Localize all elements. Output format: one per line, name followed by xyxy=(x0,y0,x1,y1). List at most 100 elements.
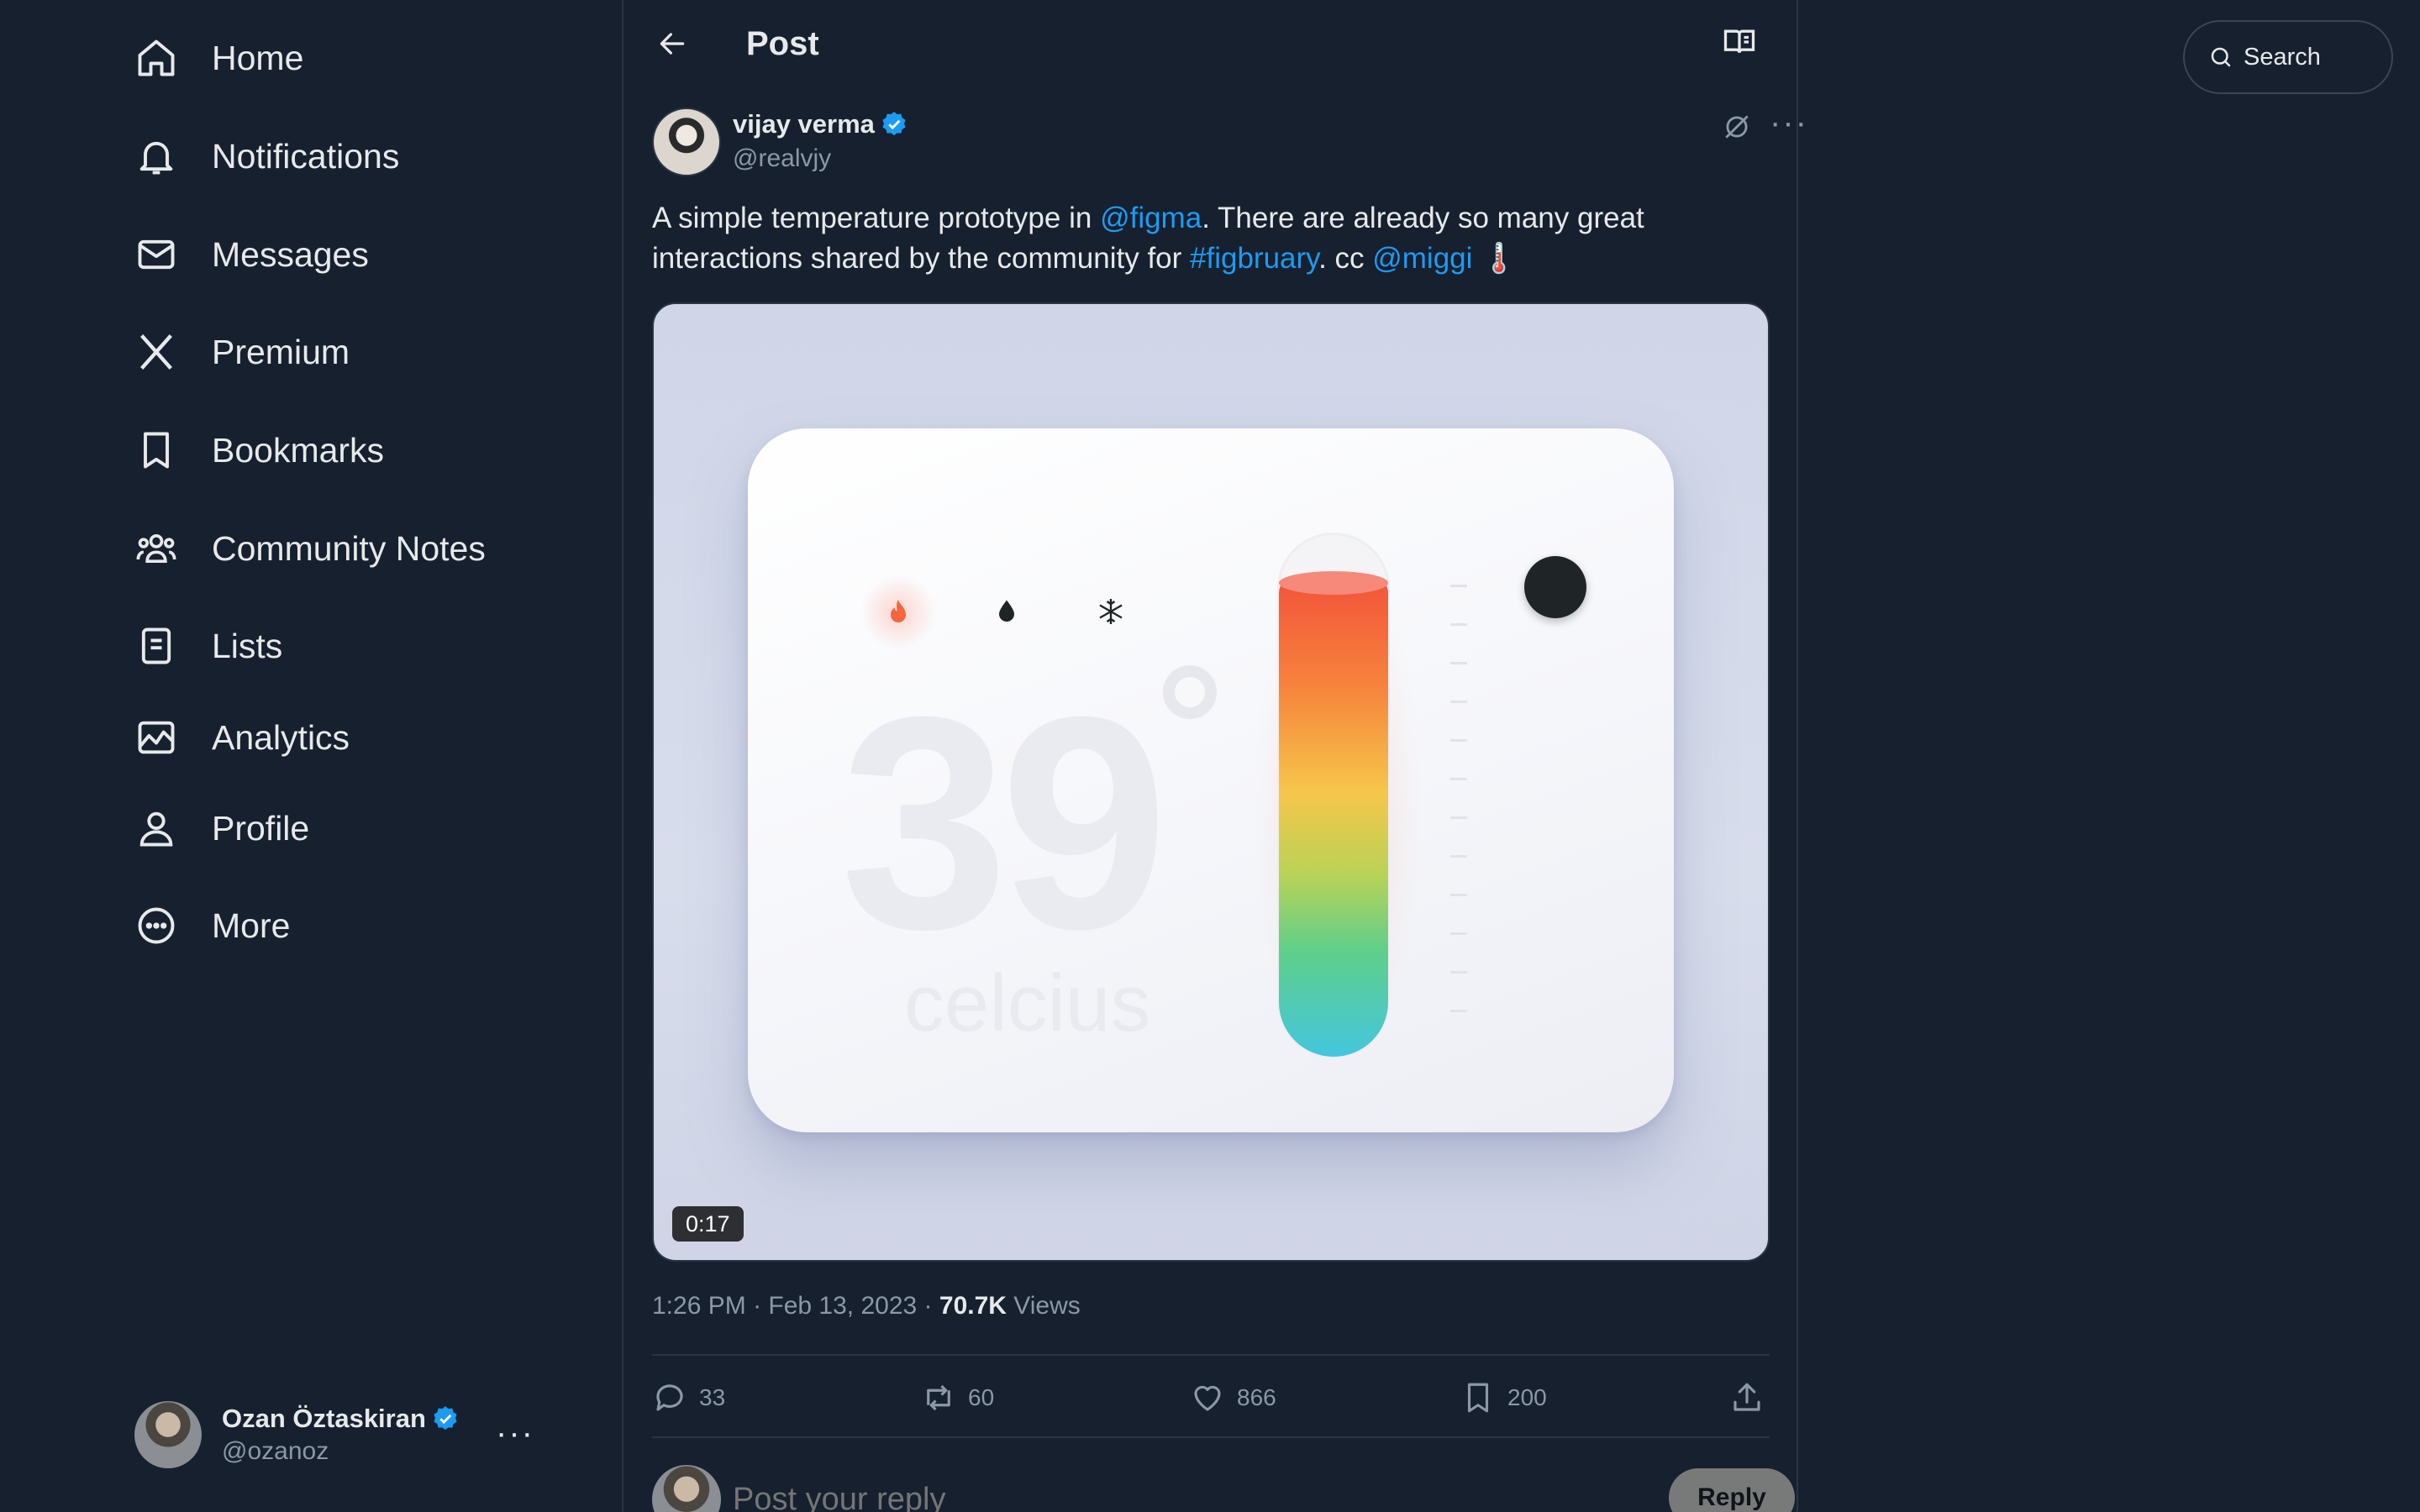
post-text-segment: A simple temperature prototype in xyxy=(652,202,1101,234)
reply-submit-button[interactable]: Reply xyxy=(1669,1468,1795,1512)
bookmark-icon xyxy=(126,420,187,480)
reader-mode-button[interactable] xyxy=(1721,24,1763,66)
search-label: Search xyxy=(2244,43,2321,71)
sidebar-item-label: Premium xyxy=(212,332,350,371)
sidebar-item-more[interactable]: More xyxy=(126,887,290,964)
thermometer-fill-top xyxy=(1279,571,1388,595)
people-icon xyxy=(126,518,187,579)
x-logo-icon xyxy=(126,322,187,382)
sidebar-item-label: Messages xyxy=(212,234,369,274)
repost-icon xyxy=(927,1384,950,1411)
post-text-segment: . cc xyxy=(1318,242,1373,275)
scale-tick xyxy=(1450,932,1467,935)
scale-tick xyxy=(1450,778,1467,780)
author-avatar[interactable] xyxy=(652,108,721,176)
bookmark-count: 200 xyxy=(1507,1384,1547,1410)
arrow-left-icon xyxy=(660,33,685,55)
app: Home Notifications Messages Premium Book xyxy=(0,0,2420,1512)
mention-link[interactable]: @miggi xyxy=(1372,242,1472,275)
account-more-icon[interactable]: ··· xyxy=(496,1415,534,1452)
meta-separator: · xyxy=(917,1292,939,1320)
sidebar-item-lists[interactable]: Lists xyxy=(126,607,282,685)
scale-tick xyxy=(1450,971,1467,974)
post-text: A simple temperature prototype in @figma… xyxy=(652,198,1770,279)
scale-tick xyxy=(1450,662,1467,664)
degree-symbol xyxy=(1163,665,1217,719)
scale-tick xyxy=(1450,855,1467,858)
reply-composer: Reply xyxy=(652,1463,1795,1512)
sidebar-item-community-notes[interactable]: Community Notes xyxy=(126,510,486,587)
sidebar-item-premium[interactable]: Premium xyxy=(126,313,350,391)
sidebar-item-messages[interactable]: Messages xyxy=(126,216,369,293)
temperature-knob xyxy=(1524,556,1586,618)
avatar xyxy=(652,1465,721,1512)
thermometer-emoji: 🌡️ xyxy=(1472,242,1518,275)
repost-count: 60 xyxy=(968,1384,995,1410)
sidebar-item-label: Community Notes xyxy=(212,528,486,568)
book-open-icon xyxy=(1723,29,1755,54)
sidebar: Home Notifications Messages Premium Book xyxy=(0,0,622,1512)
search-button[interactable]: Search xyxy=(2183,20,2393,94)
views-label: Views xyxy=(1006,1292,1081,1320)
post-date[interactable]: Feb 13, 2023 xyxy=(768,1292,917,1320)
grok-button[interactable] xyxy=(1721,111,1758,148)
heart-icon xyxy=(1194,1385,1221,1411)
account-info: Ozan Öztaskiran @ozanoz xyxy=(222,1404,460,1466)
hashtag-link[interactable]: #figbruary xyxy=(1190,242,1318,275)
sidebar-item-bookmarks[interactable]: Bookmarks xyxy=(126,412,384,489)
like-button[interactable]: 866 xyxy=(1190,1373,1276,1423)
person-icon xyxy=(126,798,187,858)
reply-count: 33 xyxy=(699,1384,726,1410)
reply-button[interactable]: 33 xyxy=(652,1373,725,1423)
scale-ticks xyxy=(1450,585,1469,1055)
author-handle[interactable]: @realvjy xyxy=(733,144,831,173)
repost-button[interactable]: 60 xyxy=(921,1373,994,1423)
bell-icon xyxy=(126,126,187,186)
back-button[interactable] xyxy=(649,20,696,67)
temperature-value: 39 xyxy=(840,654,1168,992)
scale-tick xyxy=(1450,623,1467,626)
scale-tick xyxy=(1450,894,1467,896)
share-button[interactable] xyxy=(1729,1373,1776,1423)
water-drop-icon xyxy=(981,586,1032,637)
list-icon xyxy=(126,616,187,676)
sidebar-item-label: Bookmarks xyxy=(212,430,385,470)
post-metadata: 1:26 PM · Feb 13, 2023 · 70.7K Views xyxy=(652,1292,1081,1320)
sidebar-item-label: More xyxy=(212,906,291,945)
author-name[interactable]: vijay verma xyxy=(733,109,875,139)
reply-icon xyxy=(656,1384,683,1411)
scale-tick xyxy=(1450,585,1467,587)
temperature-unit: celcius xyxy=(904,958,1151,1048)
sidebar-item-home[interactable]: Home xyxy=(126,19,303,97)
scale-tick xyxy=(1450,1010,1467,1012)
page-title: Post xyxy=(746,25,819,62)
account-handle: @ozanoz xyxy=(222,1437,329,1465)
views-count: 70.7K xyxy=(939,1292,1007,1320)
scale-tick xyxy=(1450,701,1467,703)
sidebar-item-profile[interactable]: Profile xyxy=(126,790,309,867)
bookmark-icon xyxy=(1467,1383,1489,1413)
post-time[interactable]: 1:26 PM xyxy=(652,1292,746,1320)
mention-link[interactable]: @figma xyxy=(1100,202,1202,234)
post-header: Post xyxy=(623,0,1797,89)
home-icon xyxy=(126,28,187,88)
account-switcher[interactable]: Ozan Öztaskiran @ozanoz ··· xyxy=(134,1394,538,1475)
sidebar-item-analytics[interactable]: Analytics xyxy=(126,699,350,776)
envelope-icon xyxy=(126,224,187,285)
post-actions: 33 60 866 200 xyxy=(652,1373,1770,1423)
search-icon xyxy=(2211,47,2231,67)
post-more-icon[interactable]: ··· xyxy=(1770,104,1808,142)
bookmark-button[interactable]: 200 xyxy=(1460,1373,1547,1423)
sidebar-item-label: Analytics xyxy=(212,717,350,757)
scale-tick xyxy=(1450,816,1467,819)
like-count: 866 xyxy=(1237,1384,1276,1410)
sidebar-item-notifications[interactable]: Notifications xyxy=(126,118,399,195)
thermometer-fill xyxy=(1279,576,1388,1057)
reply-input[interactable] xyxy=(733,1482,1489,1512)
snowflake-icon xyxy=(1086,586,1136,637)
sidebar-item-label: Home xyxy=(212,38,304,77)
post-detail-column: Post vijay verma @realvjy ··· A simple t… xyxy=(622,0,1807,1512)
post-video[interactable]: 39 celcius 0:17 xyxy=(652,302,1770,1262)
verified-badge-icon xyxy=(882,112,906,136)
grok-icon xyxy=(1725,115,1749,139)
